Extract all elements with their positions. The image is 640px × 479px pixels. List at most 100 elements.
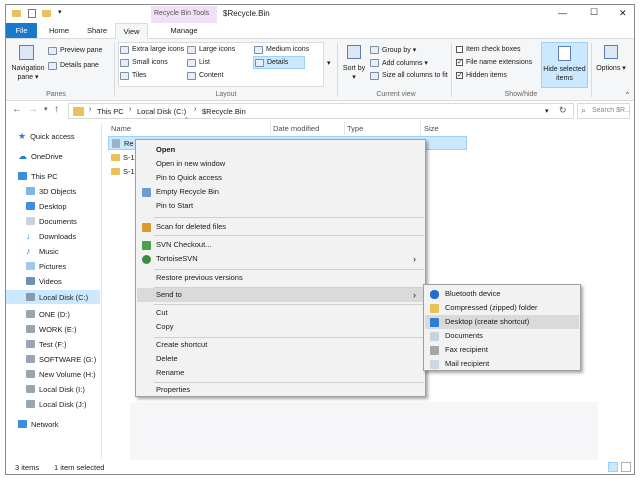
layout-list[interactable]: List	[187, 57, 210, 68]
nav-new-volume-h[interactable]: New Volume (H:)	[26, 367, 96, 381]
details-view-icon[interactable]	[608, 462, 618, 472]
nav-one-d[interactable]: ONE (D:)	[26, 307, 70, 321]
layout-large-icons[interactable]: Large icons	[187, 44, 235, 55]
properties-quick-icon[interactable]	[28, 9, 36, 18]
file-name-extensions-toggle[interactable]: ✓ File name extensions	[456, 57, 532, 68]
send-to-desktop[interactable]: Desktop (create shortcut)	[425, 315, 579, 329]
column-header-size[interactable]: Size	[424, 124, 439, 133]
menu-open-new-window[interactable]: Open in new window	[136, 157, 425, 171]
menu-delete[interactable]: Delete	[136, 352, 425, 366]
layout-small-icons[interactable]: Small icons	[120, 57, 168, 68]
breadcrumb-recycle-bin[interactable]: $Recycle.Bin	[202, 107, 246, 116]
nav-music[interactable]: ♪ Music	[26, 244, 59, 258]
menu-copy[interactable]: Copy	[136, 320, 425, 334]
tab-share[interactable]: Share	[80, 23, 114, 38]
maximize-button[interactable]: ☐	[590, 7, 598, 18]
nav-videos[interactable]: Videos	[26, 274, 62, 288]
close-button[interactable]: ✕	[619, 8, 627, 19]
hidden-items-checkbox[interactable]: ✓	[456, 72, 463, 79]
menu-pin-quick-access[interactable]: Pin to Quick access	[136, 171, 425, 185]
menu-empty-recycle-bin[interactable]: Empty Recycle Bin	[136, 185, 425, 199]
column-header-name[interactable]: Name	[111, 124, 131, 133]
nav-this-pc[interactable]: This PC	[18, 169, 58, 183]
tab-home[interactable]: Home	[42, 23, 76, 38]
forward-arrow-icon[interactable]: →	[28, 104, 38, 115]
nav-network[interactable]: Network	[18, 417, 59, 431]
file-name-extensions-checkbox[interactable]: ✓	[456, 59, 463, 66]
send-to-fax[interactable]: Fax recipient	[424, 343, 580, 357]
send-to-bluetooth[interactable]: Bluetooth device	[424, 287, 580, 301]
preview-pane-button[interactable]: Preview pane	[48, 45, 102, 56]
send-to-documents[interactable]: Documents	[424, 329, 580, 343]
menu-open[interactable]: Open	[136, 143, 425, 157]
nav-downloads[interactable]: ↓ Downloads	[26, 229, 76, 243]
hide-selected-items-button[interactable]: Hide selected items	[541, 42, 588, 88]
send-to-mail[interactable]: Mail recipient	[424, 357, 580, 371]
group-by-button[interactable]: Group by ▾	[370, 44, 416, 55]
large-icons-view-icon[interactable]	[621, 462, 631, 472]
menu-tortoise-svn[interactable]: TortoiseSVN ›	[136, 252, 425, 266]
nav-quick-access[interactable]: ★ Quick access	[18, 129, 75, 143]
menu-cut[interactable]: Cut	[136, 306, 425, 320]
menu-svn-checkout[interactable]: SVN Checkout...	[136, 238, 425, 252]
options-button[interactable]: Options ▾	[594, 45, 628, 87]
item-check-boxes-checkbox[interactable]	[456, 46, 463, 53]
tab-manage[interactable]: Manage	[154, 23, 214, 38]
nav-desktop[interactable]: Desktop	[26, 199, 67, 213]
qat-dropdown-icon[interactable]: ▾	[58, 8, 62, 16]
layout-medium-icons[interactable]: Medium icons	[254, 44, 309, 55]
address-bar[interactable]: › This PC › Local Disk (C:) › $Recycle.B…	[68, 103, 574, 119]
navigation-pane-button[interactable]: Navigation pane ▾	[10, 45, 45, 85]
address-dropdown-icon[interactable]: ▾	[545, 107, 549, 115]
collapse-ribbon-icon[interactable]: ^	[626, 92, 629, 98]
breadcrumb-local-disk[interactable]: Local Disk (C:)	[137, 107, 186, 116]
layout-tiles[interactable]: Tiles	[120, 70, 147, 81]
hidden-items-toggle[interactable]: ✓ Hidden items	[456, 70, 507, 81]
search-box[interactable]: ⌕ Search $R...	[577, 103, 630, 119]
table-row[interactable]: S-1	[108, 165, 135, 179]
nav-3d-objects[interactable]: 3D Objects	[26, 184, 76, 198]
pane-splitter[interactable]	[101, 123, 102, 459]
layout-scroll-down-icon[interactable]: ▾	[327, 59, 331, 67]
column-divider[interactable]	[270, 121, 271, 135]
send-to-compressed-folder[interactable]: Compressed (zipped) folder	[424, 301, 580, 315]
nav-onedrive[interactable]: ☁ OneDrive	[18, 149, 63, 163]
layout-content[interactable]: Content	[187, 70, 224, 81]
column-header-type[interactable]: Type	[347, 124, 363, 133]
column-header-date-modified[interactable]: Date modified	[273, 124, 319, 133]
nav-work-e[interactable]: WORK (E:)	[26, 322, 77, 336]
minimize-button[interactable]: —	[558, 8, 567, 18]
tab-view[interactable]: View	[115, 23, 148, 39]
nav-local-disk-j[interactable]: Local Disk (J:)	[26, 397, 87, 411]
menu-rename[interactable]: Rename	[136, 366, 425, 380]
nav-pictures[interactable]: Pictures	[26, 259, 66, 273]
nav-test-f[interactable]: Test (F:)	[26, 337, 67, 351]
nav-local-disk-c[interactable]: Local Disk (C:)	[26, 290, 88, 304]
nav-software-g[interactable]: SOFTWARE (G:)	[26, 352, 96, 366]
column-divider[interactable]	[420, 121, 421, 135]
column-divider[interactable]	[344, 121, 345, 135]
menu-pin-start[interactable]: Pin to Start	[136, 199, 425, 213]
up-arrow-icon[interactable]: ↑	[54, 104, 59, 115]
new-folder-quick-icon[interactable]	[42, 10, 51, 17]
refresh-icon[interactable]: ↻	[559, 105, 567, 116]
back-arrow-icon[interactable]: ←	[12, 104, 22, 115]
item-check-boxes-toggle[interactable]: Item check boxes	[456, 44, 520, 55]
size-all-columns-button[interactable]: Size all columns to fit	[370, 70, 448, 81]
nav-local-disk-i[interactable]: Local Disk (I:)	[26, 382, 85, 396]
details-pane-button[interactable]: Details pane	[48, 60, 99, 71]
add-columns-button[interactable]: Add columns ▾	[370, 57, 428, 68]
nav-documents[interactable]: Documents	[26, 214, 77, 228]
menu-scan-deleted[interactable]: Scan for deleted files	[136, 220, 425, 234]
sort-by-button[interactable]: Sort by ▾	[342, 45, 366, 87]
breadcrumb-this-pc[interactable]: This PC	[97, 107, 124, 116]
menu-create-shortcut[interactable]: Create shortcut	[136, 338, 425, 352]
recent-locations-icon[interactable]: ▾	[44, 105, 48, 113]
menu-properties[interactable]: Properties	[136, 383, 425, 397]
layout-details[interactable]: Details	[253, 56, 306, 69]
menu-restore-previous-versions[interactable]: Restore previous versions	[136, 271, 425, 285]
table-row[interactable]: S-1	[108, 151, 135, 165]
menu-send-to[interactable]: Send to ›	[137, 288, 424, 302]
tab-file[interactable]: File	[6, 23, 37, 38]
layout-extra-large-icons[interactable]: Extra large icons	[120, 44, 184, 55]
